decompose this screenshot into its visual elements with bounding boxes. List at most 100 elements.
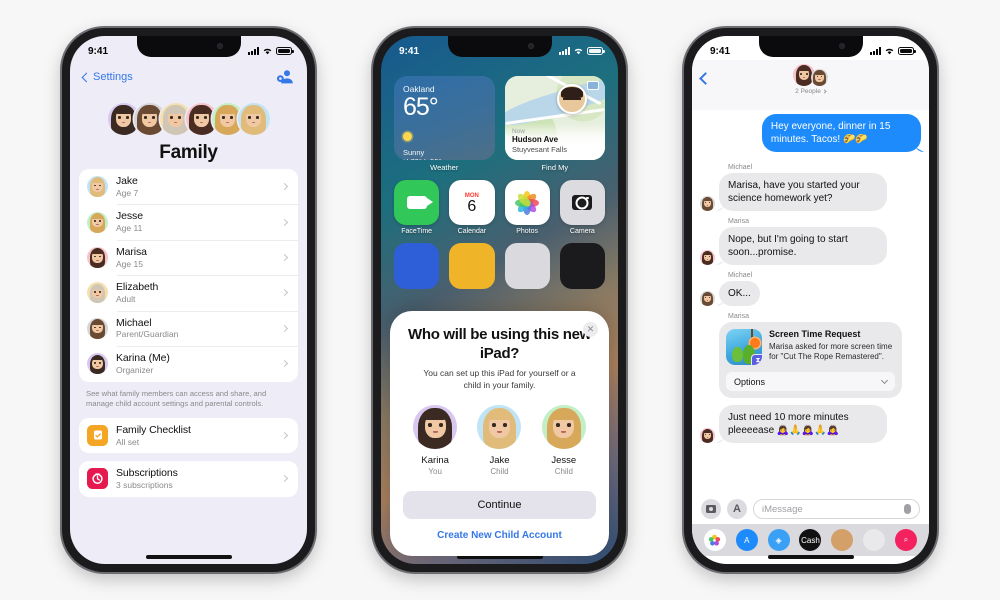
avatar xyxy=(87,317,108,339)
avatar-eye xyxy=(204,116,207,119)
app-icon[interactable] xyxy=(394,243,440,289)
family-member-row[interactable]: Karina (Me) Organizer xyxy=(79,346,298,381)
family-member-row[interactable]: Jake Age 7 xyxy=(79,169,298,204)
member-name: Jesse xyxy=(116,210,143,223)
family-member-row[interactable]: Elizabeth Adult xyxy=(79,275,298,310)
user-choice-jesse[interactable]: Jesse Child xyxy=(541,405,586,476)
weather-city: Oakland xyxy=(403,84,435,94)
screen-time-request-card[interactable]: ⧗ Screen Time Request Marisa asked for mor… xyxy=(719,322,903,398)
microphone-icon[interactable] xyxy=(904,504,911,514)
member-role: Organizer xyxy=(116,364,154,375)
status-indicators xyxy=(870,47,916,55)
page-title: Family xyxy=(159,142,218,163)
continue-button[interactable]: Continue xyxy=(403,491,596,519)
settings-item-label: Subscriptions xyxy=(116,467,178,480)
person-gear-icon[interactable] xyxy=(276,69,294,85)
app-icon[interactable] xyxy=(559,243,605,289)
app-store-app-icon[interactable]: A xyxy=(735,529,758,551)
phone3-screen: 9:41 2 People Hey everyone, dinner in 15… xyxy=(692,36,929,564)
avatar xyxy=(87,176,108,198)
back-button[interactable]: Settings xyxy=(81,71,133,83)
map-badge-icon xyxy=(587,81,599,90)
findmy-widget[interactable]: Now Hudson Ave Stuyvesant Falls xyxy=(504,76,605,160)
member-text: Karina (Me) Organizer xyxy=(116,352,274,375)
app-icon[interactable] xyxy=(504,243,550,289)
chevron-right-icon xyxy=(280,324,289,332)
front-camera-icon xyxy=(838,43,845,49)
settings-row[interactable]: Subscriptions 3 subscriptions xyxy=(79,461,298,496)
memoji-app-icon[interactable] xyxy=(831,529,854,551)
group-header[interactable]: 2 People xyxy=(692,64,929,95)
avatar-eye xyxy=(118,116,121,119)
create-child-account-link[interactable]: Create New Child Account xyxy=(403,530,596,545)
settings-body[interactable]: Jake Age 7 Jesse Age 11 Marisa Age 15 Elizabet… xyxy=(70,169,307,564)
family-member-row[interactable]: Jesse Age 11 xyxy=(79,204,298,239)
avatar-bangs xyxy=(814,71,825,75)
camera-icon[interactable] xyxy=(701,499,721,519)
photos-app-icon[interactable] xyxy=(703,529,726,551)
group-label[interactable]: 2 People xyxy=(795,88,827,95)
member-name: Jake xyxy=(116,175,138,187)
phone-ipad-setup: 9:41 Oakland 65° Sunny H:72° xyxy=(373,28,626,572)
avatar-mouth xyxy=(96,295,99,296)
chevron-right-icon xyxy=(280,218,289,226)
message-bubble[interactable]: Nope, but I'm going to start soon...prom… xyxy=(719,227,887,265)
app-row-2 xyxy=(394,243,605,289)
avatar-eye xyxy=(93,362,96,364)
app-calendar[interactable]: MON 6 Calendar xyxy=(449,180,495,236)
settings-item-card[interactable]: Subscriptions 3 subscriptions xyxy=(79,461,298,497)
findmy-now: Now xyxy=(511,127,525,135)
airdrop-app-icon[interactable]: ◈ xyxy=(767,529,790,551)
checklist-icon xyxy=(87,424,108,446)
avatar-glasses-icon xyxy=(562,98,582,103)
message-bubble[interactable]: Marisa, have you started your science ho… xyxy=(719,173,887,211)
chevron-right-icon xyxy=(280,254,289,262)
app-store-icon[interactable]: A xyxy=(727,499,747,519)
hashtag-images-app-icon[interactable]: ⌕ xyxy=(894,529,917,551)
photos-icon xyxy=(504,180,550,226)
weather-widget[interactable]: Oakland 65° Sunny H:72° L:55° xyxy=(394,76,495,160)
settings-row[interactable]: Family Checklist All set xyxy=(79,418,298,453)
message-bubble[interactable]: OK... xyxy=(719,281,760,306)
cut-the-rope-icon: ⧗ xyxy=(726,329,762,365)
app-icon[interactable] xyxy=(449,243,495,289)
apple-cash-app-icon[interactable]: Cash xyxy=(799,529,822,551)
avatar-eye xyxy=(256,116,259,119)
member-role: Age 7 xyxy=(116,187,139,198)
request-body: Marisa asked for more screen time for "C… xyxy=(769,341,893,362)
settings-item-sub: All set xyxy=(116,436,140,447)
settings-item-card[interactable]: Family Checklist All set xyxy=(79,417,298,454)
avatar xyxy=(811,69,828,86)
message-bubble[interactable]: Just need 10 more minutes pleeeease 🙇‍♀️… xyxy=(719,405,887,443)
message-line: ⧗ Screen Time Request Marisa asked for mor… xyxy=(700,322,921,398)
user-choice-jake[interactable]: Jake Child xyxy=(477,405,522,476)
avatar xyxy=(700,250,715,265)
status-time: 9:41 xyxy=(88,45,109,57)
options-dropdown[interactable]: Options xyxy=(726,372,896,391)
family-member-row[interactable]: Michael Parent/Guardian xyxy=(79,310,298,346)
family-member-row[interactable]: Marisa Age 15 xyxy=(79,239,298,275)
app-facetime[interactable]: FaceTime xyxy=(394,180,440,235)
chevron-right-icon xyxy=(280,360,289,368)
images-app-icon[interactable] xyxy=(863,529,886,551)
people-count-label: 2 People xyxy=(795,88,821,95)
member-text: Michael Parent/Guardian xyxy=(116,317,274,340)
settings-item-label: Family Checklist xyxy=(116,423,191,436)
app-camera[interactable]: Camera xyxy=(559,180,605,235)
request-title: Screen Time Request xyxy=(769,329,861,339)
settings-item-text: Family Checklist All set xyxy=(116,424,274,447)
app-photos[interactable]: Photos xyxy=(504,180,550,235)
app-row-1: FaceTime MON 6 Calendar Photos Camera xyxy=(394,180,605,235)
avatar-eye xyxy=(567,423,572,427)
message-bubble[interactable]: Hey everyone, dinner in 15 minutes. Taco… xyxy=(761,114,921,152)
card-top: ⧗ Screen Time Request Marisa asked for mor… xyxy=(726,329,895,365)
notch xyxy=(136,36,241,57)
navigation-bar: Settings xyxy=(70,62,307,92)
message-thread[interactable]: Hey everyone, dinner in 15 minutes. Taco… xyxy=(692,110,929,490)
avatar-eye xyxy=(93,291,96,293)
app-label: Calendar xyxy=(457,228,487,236)
user-choice-karina[interactable]: Karina You xyxy=(413,405,458,476)
imessage-input[interactable]: iMessage xyxy=(753,499,920,519)
avatar xyxy=(237,103,270,135)
facetime-icon xyxy=(394,180,440,226)
